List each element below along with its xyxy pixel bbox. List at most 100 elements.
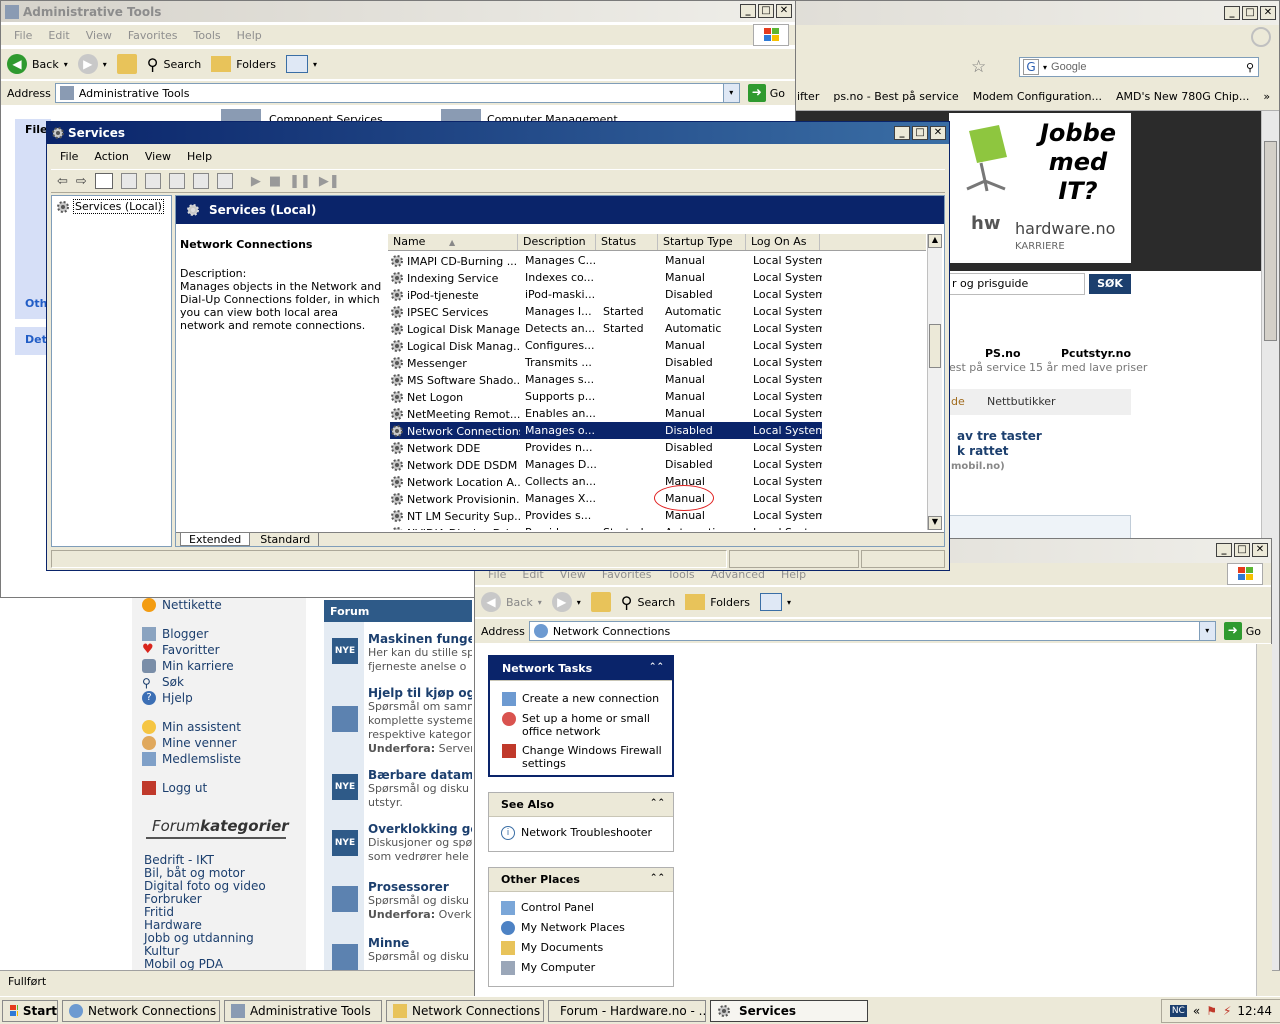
tray-expand-icon[interactable]: « — [1193, 1004, 1200, 1018]
minimize-button[interactable]: _ — [894, 126, 910, 140]
forum-title[interactable]: Prosessorer — [368, 880, 472, 894]
menu-favorites[interactable]: Favorites — [121, 29, 185, 42]
service-row[interactable]: Logical Disk Manag... Configures... Manual… — [390, 337, 822, 354]
scroll-down-icon[interactable]: ▼ — [928, 516, 942, 530]
network-tray-icon[interactable]: ⚡ — [1223, 1004, 1231, 1018]
chevron-more-icon[interactable]: » — [1263, 90, 1270, 103]
pane-header[interactable]: Network Tasks ⌃⌃ — [490, 657, 672, 681]
address-input[interactable]: Administrative Tools ▾ — [54, 83, 740, 103]
service-row[interactable]: IPSEC Services Manages I... Started Automat… — [390, 303, 822, 320]
maximize-button[interactable]: □ — [1234, 543, 1250, 557]
close-button[interactable]: ✕ — [1260, 6, 1276, 20]
task-firewall[interactable]: Change Windows Firewall settings — [490, 741, 672, 773]
maximize-button[interactable]: □ — [758, 4, 774, 18]
link-network-troubleshooter[interactable]: i Network Troubleshooter — [489, 823, 673, 843]
collapse-icon[interactable]: ⌃⌃ — [650, 873, 665, 883]
sidebar-link[interactable]: Favoritter — [162, 642, 220, 658]
folders-button[interactable]: Folders — [685, 594, 750, 610]
menu-file[interactable]: File — [7, 29, 39, 42]
task-create-connection[interactable]: Create a new connection — [490, 689, 672, 709]
services-titlebar[interactable]: Services — [47, 122, 949, 144]
sidebar-link[interactable]: Min assistent — [162, 719, 241, 735]
column-header-name[interactable]: Name ▲ — [388, 234, 518, 250]
sidebar-link[interactable]: Søk — [162, 674, 184, 690]
column-header-status[interactable]: Status — [596, 234, 658, 250]
up-folder-button[interactable] — [590, 592, 611, 612]
folders-button[interactable]: Folders — [211, 56, 276, 72]
collapse-icon[interactable]: ⌃⌃ — [650, 798, 665, 808]
link-my-network-places[interactable]: My Network Places — [489, 918, 673, 938]
ad-box[interactable]: Jobbe med IT? hw hardware.no KARRIERE — [949, 113, 1131, 263]
service-row[interactable]: MS Software Shado... Manages s... Manual Lo… — [390, 371, 822, 388]
google-icon[interactable]: G — [1023, 59, 1039, 75]
shop-name[interactable]: Pcutstyr.no — [1061, 347, 1131, 360]
minimize-button[interactable]: _ — [1216, 543, 1232, 557]
tray-icon[interactable]: NC — [1169, 1004, 1187, 1017]
service-row[interactable]: IMAPI CD-Burning ... Manages C... Manual Lo… — [390, 252, 822, 269]
sidebar-link[interactable]: Hjelp — [162, 690, 193, 706]
views-button[interactable]: ▾ — [760, 593, 791, 611]
show-tree-icon[interactable] — [94, 173, 113, 189]
link-tab[interactable]: de — [951, 395, 965, 408]
taskbar-item-active[interactable]: Services — [710, 999, 868, 1022]
close-button[interactable]: ✕ — [930, 126, 946, 140]
sidebar-link[interactable]: Mine venner — [162, 735, 237, 751]
search-button[interactable]: ⚲ Search — [621, 593, 676, 612]
tab-standard[interactable]: Standard — [252, 533, 320, 546]
site-search-button[interactable]: SØK — [1089, 274, 1131, 294]
export-list-icon[interactable] — [168, 173, 185, 189]
chevron-down-icon[interactable]: ▾ — [1198, 622, 1215, 640]
headline[interactable]: av tre taster k rattet — [957, 429, 1042, 459]
maximize-button[interactable]: □ — [1242, 6, 1258, 20]
service-row[interactable]: Messenger Transmits ... Disabled Local Syst… — [390, 354, 822, 371]
address-input[interactable]: Network Connections ▾ — [528, 621, 1216, 641]
service-row[interactable]: Network Provisionin... Manages X... Manual… — [390, 490, 822, 507]
up-folder-button[interactable] — [116, 54, 137, 74]
views-button[interactable]: ▾ — [286, 55, 317, 73]
bookmark-link[interactable]: ifter — [797, 90, 819, 103]
stop-icon[interactable]: ■ — [269, 174, 281, 189]
link-my-documents[interactable]: My Documents — [489, 938, 673, 958]
service-row[interactable]: Network DDE Provides n... Disabled Local Sy… — [390, 439, 822, 456]
shop-name[interactable]: PS.no — [985, 347, 1021, 360]
antivirus-icon[interactable]: ⚑ — [1206, 1004, 1217, 1018]
scroll-up-icon[interactable]: ▲ — [928, 234, 942, 248]
tree-item-services-local[interactable]: Services (Local) — [52, 196, 171, 217]
taskbar-item[interactable]: Network Connections — [62, 999, 220, 1022]
menu-view[interactable]: View — [79, 29, 119, 42]
close-button[interactable]: ✕ — [776, 4, 792, 18]
properties-icon[interactable] — [120, 173, 137, 189]
sidebar-link[interactable]: Nettikette — [162, 597, 222, 613]
menu-file[interactable]: File — [53, 150, 85, 163]
taskbar-item[interactable]: Network Connections — [386, 999, 544, 1022]
menu-view[interactable]: View — [138, 150, 178, 163]
forum-title[interactable]: Bærbare datama — [368, 768, 472, 782]
service-row[interactable]: Logical Disk Manager Detects an... Started… — [390, 320, 822, 337]
close-button[interactable]: ✕ — [1252, 543, 1268, 557]
pause-icon[interactable]: ❚❚ — [289, 174, 311, 189]
forum-title[interactable]: Hjelp til kjøp og — [368, 686, 472, 700]
column-header-description[interactable]: Description — [518, 234, 596, 250]
menu-help[interactable]: Help — [230, 29, 269, 42]
pane-header[interactable]: See Also ⌃⌃ — [489, 793, 673, 817]
minimize-button[interactable]: _ — [740, 4, 756, 18]
bookmark-link[interactable]: AMD's New 780G Chip... — [1116, 90, 1249, 103]
column-header-logon-as[interactable]: Log On As — [746, 234, 820, 250]
listview-scrollbar[interactable]: ▲ ▼ — [927, 234, 942, 530]
back-button[interactable]: ◀ Back ▾ — [7, 54, 68, 74]
link-control-panel[interactable]: Control Panel — [489, 898, 673, 918]
service-row[interactable]: iPod-tjeneste iPod-maski... Disabled Local … — [390, 286, 822, 303]
subforum-link[interactable]: Overkl — [439, 908, 472, 921]
scroll-thumb[interactable] — [929, 324, 941, 368]
service-row[interactable]: NetMeeting Remot... Enables an... Manual Lo… — [390, 405, 822, 422]
pane-header[interactable]: Other Places ⌃⌃ — [489, 868, 673, 892]
subforum-link[interactable]: Server — [439, 742, 472, 755]
back-arrow-icon[interactable]: ⇦ — [57, 174, 68, 189]
restart-icon[interactable]: ▶❚ — [319, 174, 340, 189]
menu-tools[interactable]: Tools — [187, 29, 228, 42]
search-magnifier-icon[interactable]: ⚲ — [1246, 61, 1254, 74]
minimize-button[interactable]: _ — [1224, 6, 1240, 20]
forum-title[interactable]: Overklokking ge — [368, 822, 472, 836]
start-button[interactable]: Start — [2, 999, 58, 1022]
help-icon[interactable] — [192, 173, 209, 189]
